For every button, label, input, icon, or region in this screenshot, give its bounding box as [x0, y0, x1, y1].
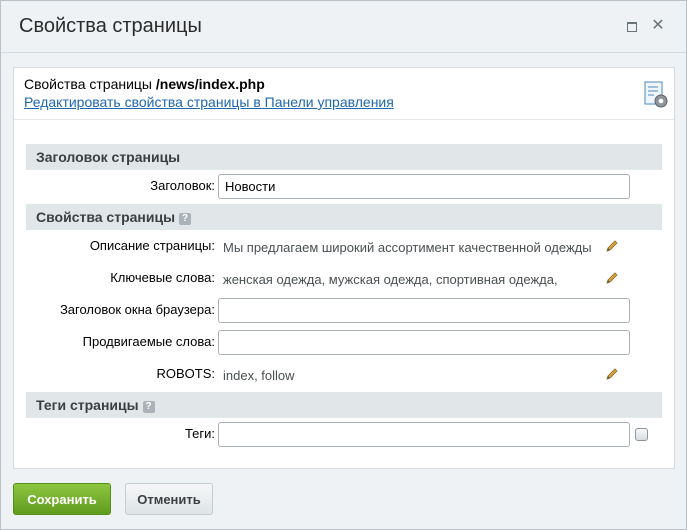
promoted-words-label: Продвигаемые слова: — [82, 334, 215, 349]
section-page-properties: Свойства страницы? — [26, 204, 662, 230]
page-properties-dialog: Свойства страницы ✕ Свойства страницы /n… — [0, 0, 687, 530]
description-label: Описание страницы: — [89, 238, 215, 253]
page-path: /news/index.php — [155, 76, 265, 92]
section-page-tags-text: Теги страницы — [36, 397, 139, 413]
tags-input[interactable] — [218, 422, 630, 447]
help-icon[interactable]: ? — [179, 213, 192, 225]
page-path-heading: Свойства страницы /news/index.php — [24, 76, 265, 92]
robots-label: ROBOTS: — [156, 366, 215, 381]
browser-title-input[interactable] — [218, 298, 630, 323]
maximize-icon[interactable] — [623, 17, 641, 35]
dialog-titlebar[interactable]: Свойства страницы ✕ — [1, 1, 686, 53]
close-icon[interactable]: ✕ — [649, 17, 667, 35]
header-divider — [14, 119, 674, 120]
section-page-tags: Теги страницы? — [26, 392, 662, 418]
pencil-icon[interactable] — [604, 270, 620, 286]
section-page-title-label: Заголовок страницы — [36, 149, 181, 165]
promoted-words-input[interactable] — [218, 330, 630, 355]
dialog-title: Свойства страницы — [19, 15, 202, 37]
title-label: Заголовок: — [150, 178, 215, 193]
edit-in-control-panel-link[interactable]: Редактировать свойства страницы в Панели… — [24, 94, 394, 110]
pencil-icon[interactable] — [604, 238, 620, 254]
tags-checkbox[interactable] — [635, 428, 648, 441]
keywords-value: женская одежда, мужская одежда, спортивн… — [223, 272, 558, 287]
properties-panel: Свойства страницы /news/index.php Редакт… — [13, 67, 675, 469]
section-page-title: Заголовок страницы — [26, 144, 662, 170]
section-page-properties-text: Свойства страницы — [36, 209, 176, 225]
tags-label: Теги: — [184, 426, 215, 441]
keywords-label: Ключевые слова: — [110, 270, 215, 285]
title-input[interactable]: Новости — [218, 174, 630, 199]
pencil-icon[interactable] — [604, 366, 620, 382]
browser-title-label: Заголовок окна браузера: — [59, 302, 215, 317]
help-icon[interactable]: ? — [142, 401, 155, 413]
section-page-tags-label: Теги страницы? — [36, 397, 155, 413]
robots-value: index, follow — [223, 368, 295, 383]
section-page-properties-label: Свойства страницы? — [36, 209, 192, 225]
page-settings-icon — [644, 81, 668, 108]
description-value: Мы предлагаем широкий ассортимент качест… — [223, 240, 592, 255]
save-button[interactable]: Сохранить — [13, 483, 111, 515]
heading-prefix: Свойства страницы — [24, 76, 152, 92]
cancel-button[interactable]: Отменить — [125, 483, 213, 515]
